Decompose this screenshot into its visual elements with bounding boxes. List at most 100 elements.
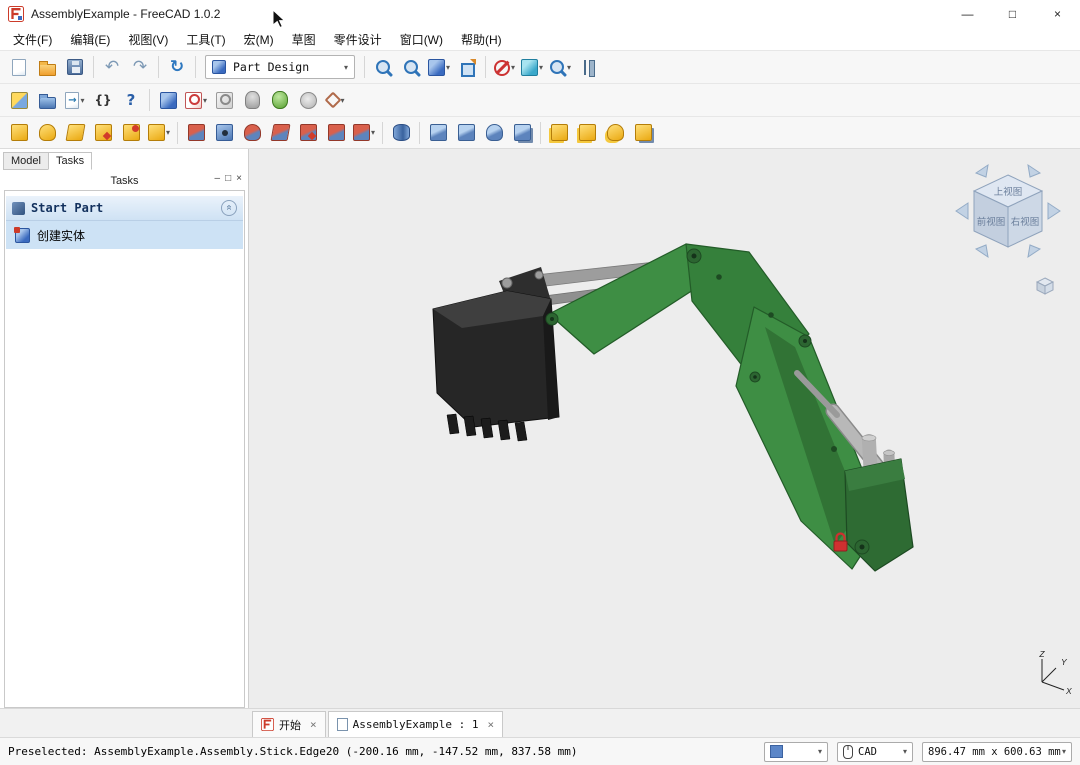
dock-minimize-icon[interactable]: – <box>215 173 221 184</box>
navcube-rotate-right-arrow[interactable] <box>1028 165 1040 177</box>
fit-selection-button[interactable] <box>398 54 424 80</box>
additive-loft-button[interactable] <box>62 120 88 146</box>
subtractive-pipe-button[interactable] <box>295 120 321 146</box>
fit-selection-icon <box>403 59 420 76</box>
tab-start-page[interactable]: 开始 × <box>252 711 326 737</box>
dock-close-icon[interactable]: × <box>236 173 242 184</box>
draw-style-button[interactable]: ▾ <box>491 54 517 80</box>
navcube-right-arrow[interactable] <box>1048 203 1060 219</box>
menu-item-7[interactable]: 零件设计 <box>325 29 391 50</box>
3d-viewport[interactable]: 上视图 前视图 右视图 Z Y X <box>248 149 1080 708</box>
menu-item-3[interactable]: 视图(V) <box>119 29 177 50</box>
whats-this-button[interactable]: ? <box>118 87 144 113</box>
navigation-cube[interactable]: 上视图 前视图 右视图 <box>948 159 1068 277</box>
navcube-corner-arrow-2[interactable] <box>1028 245 1040 257</box>
refresh-button[interactable]: ↻ <box>164 54 190 80</box>
create-datum-button[interactable]: ▾ <box>323 87 349 113</box>
menu-item-1[interactable]: 文件(F) <box>4 29 61 50</box>
boolean-compound-button[interactable] <box>630 120 656 146</box>
dock-tab-model[interactable]: Model <box>3 152 49 170</box>
menu-item-8[interactable]: 窗口(W) <box>391 29 452 50</box>
menu-item-9[interactable]: 帮助(H) <box>452 29 511 50</box>
save-icon <box>67 59 83 75</box>
additive-primitive-button[interactable]: ▾ <box>146 120 172 146</box>
revolution-button[interactable] <box>34 120 60 146</box>
std-views-button[interactable]: ▾ <box>519 54 545 80</box>
minimize-button[interactable]: — <box>945 0 990 28</box>
zoom-button[interactable]: ▾ <box>547 54 573 80</box>
hole-button[interactable] <box>211 120 237 146</box>
navigation-style-selector[interactable]: CAD ▾ <box>837 742 913 762</box>
subtractive-helix-button[interactable] <box>323 120 349 146</box>
link-pin-1[interactable] <box>502 278 512 288</box>
start-part-section-header[interactable]: Start Part « <box>6 196 243 221</box>
additive-helix-button[interactable] <box>118 120 144 146</box>
dropdown-arrow-icon: ▾ <box>818 747 822 756</box>
create-part-button[interactable] <box>6 87 32 113</box>
expression-editor-button[interactable]: {} <box>90 87 116 113</box>
tab-close-icon[interactable]: × <box>310 718 317 731</box>
mirrored-button[interactable] <box>425 120 451 146</box>
navcube-corner-arrow-1[interactable] <box>976 245 988 257</box>
sketch-face-button[interactable] <box>295 87 321 113</box>
menu-item-4[interactable]: 工具(T) <box>177 29 234 50</box>
maximize-button[interactable]: □ <box>990 0 1035 28</box>
tab-assembly-example[interactable]: AssemblyExample : 1 × <box>328 711 503 737</box>
dock-tab-bar: Model Tasks <box>3 152 91 170</box>
workbench-selector[interactable]: Part Design▾ <box>205 55 355 79</box>
toolbar-separator <box>540 122 541 144</box>
sync-view-button[interactable] <box>454 54 480 80</box>
tab-close-icon[interactable]: × <box>487 718 494 731</box>
new-file-button[interactable] <box>6 54 32 80</box>
create-solid-task-item[interactable]: 创建实体 <box>6 221 243 249</box>
mirrored-icon <box>430 124 447 141</box>
navcube-rotate-left-arrow[interactable] <box>976 165 988 177</box>
edit-sketch-button[interactable] <box>211 87 237 113</box>
close-button[interactable]: × <box>1035 0 1080 28</box>
menu-item-2[interactable]: 编辑(E) <box>61 29 119 50</box>
additive-pipe-button[interactable] <box>90 120 116 146</box>
fillet-button[interactable] <box>388 120 414 146</box>
dock-tab-tasks[interactable]: Tasks <box>48 152 92 170</box>
dock-float-icon[interactable]: □ <box>225 173 231 184</box>
create-sketch-button[interactable]: ▾ <box>183 87 209 113</box>
status-color-selector[interactable]: ▾ <box>764 742 828 762</box>
axis-y-label: Y <box>1061 657 1068 667</box>
groove-button[interactable] <box>239 120 265 146</box>
boolean-compound-icon <box>635 124 652 141</box>
multitransform-button[interactable] <box>509 120 535 146</box>
map-sketch-button[interactable] <box>239 87 265 113</box>
view-isometric-button[interactable]: ▾ <box>426 54 452 80</box>
validate-sketch-button[interactable] <box>267 87 293 113</box>
create-group-button[interactable] <box>34 87 60 113</box>
open-file-button[interactable] <box>34 54 60 80</box>
linear-pattern-button[interactable] <box>453 120 479 146</box>
navcube-mini-cube-icon[interactable] <box>1036 277 1054 295</box>
viewport-size-selector[interactable]: 896.47 mm x 600.63 mm ▾ <box>922 742 1072 762</box>
measure-icon <box>580 59 597 76</box>
subtractive-loft-button[interactable] <box>267 120 293 146</box>
collapse-section-button[interactable]: « <box>221 200 237 216</box>
save-button[interactable] <box>62 54 88 80</box>
subtractive-primitive-button[interactable]: ▾ <box>351 120 377 146</box>
create-solid-label: 创建实体 <box>37 227 85 244</box>
create-body-button[interactable] <box>155 87 181 113</box>
fit-all-button[interactable] <box>370 54 396 80</box>
navcube-front-label: 前视图 <box>977 216 1006 228</box>
polar-pattern-button[interactable] <box>481 120 507 146</box>
measure-button[interactable] <box>575 54 601 80</box>
boolean-common-button[interactable] <box>574 120 600 146</box>
undo-button[interactable]: ↶ <box>99 54 125 80</box>
menu-item-6[interactable]: 草图 <box>283 29 325 50</box>
map-sketch-icon <box>245 91 260 109</box>
boolean-cut-button[interactable] <box>602 120 628 146</box>
link-pin-2[interactable] <box>535 271 543 279</box>
pocket-button[interactable] <box>183 120 209 146</box>
start-part-title: Start Part <box>31 201 221 215</box>
navcube-left-arrow[interactable] <box>956 203 968 219</box>
redo-button[interactable]: ↷ <box>127 54 153 80</box>
make-link-button[interactable]: →▾ <box>62 87 88 113</box>
pad-button[interactable] <box>6 120 32 146</box>
make-link-icon: → <box>65 92 79 109</box>
boolean-union-button[interactable] <box>546 120 572 146</box>
